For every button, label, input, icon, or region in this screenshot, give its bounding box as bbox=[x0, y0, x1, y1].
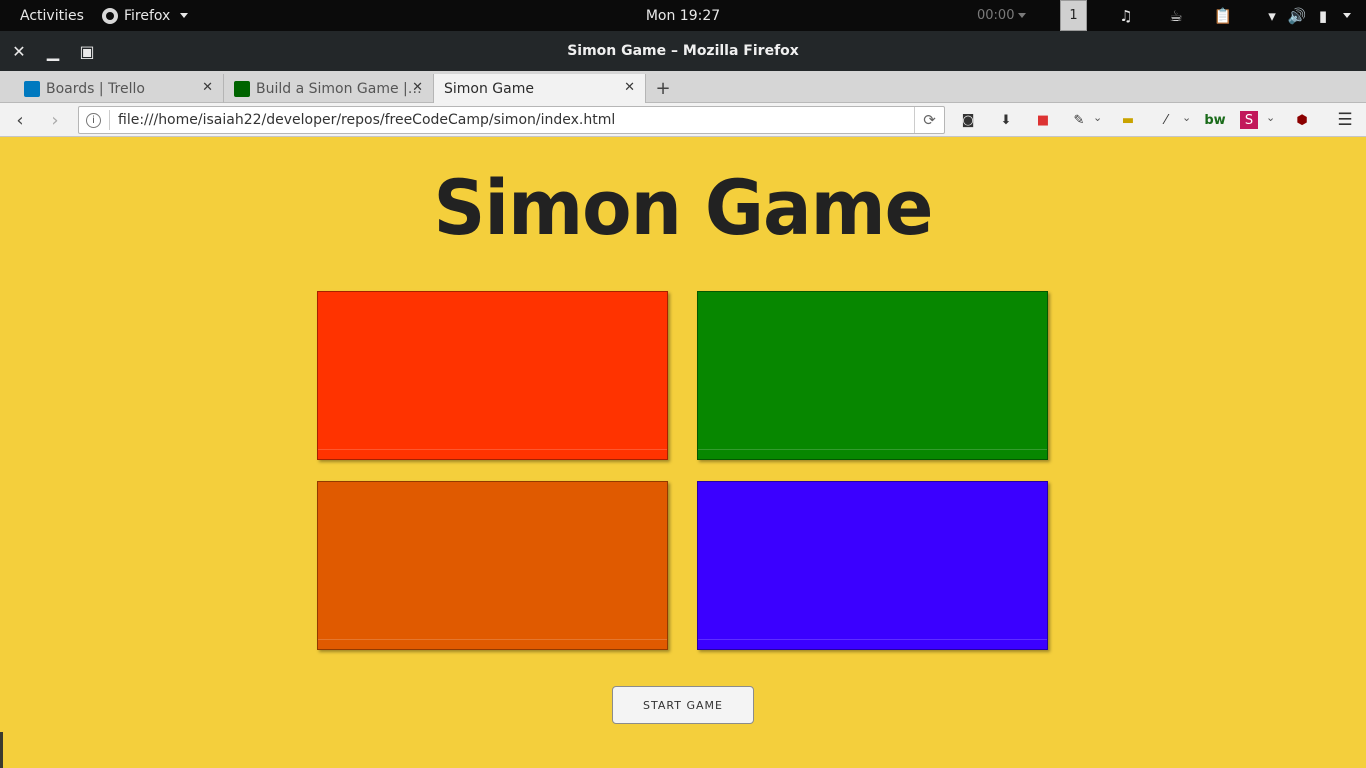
extension-icon[interactable]: ✎ bbox=[1069, 110, 1089, 130]
app-menu[interactable]: Firefox bbox=[102, 0, 189, 31]
pocket-icon[interactable]: ◙ bbox=[958, 110, 978, 130]
chevron-down-icon[interactable]: ⌄ bbox=[1182, 111, 1191, 124]
activities-label: Activities bbox=[20, 7, 84, 24]
chevron-down-icon bbox=[180, 13, 189, 18]
window-edge bbox=[0, 732, 3, 768]
tab-strip: Boards | Trello ✕ Build a Simon Game |… … bbox=[0, 71, 1366, 103]
trello-icon bbox=[24, 80, 40, 97]
volume-icon[interactable]: 🔊 bbox=[1286, 0, 1308, 31]
tab-label: Simon Game bbox=[444, 80, 534, 97]
app-menu-label: Firefox bbox=[124, 7, 171, 24]
activities-button[interactable]: Activities bbox=[20, 0, 84, 31]
battery-icon[interactable]: ▮ bbox=[1312, 0, 1334, 31]
chevron-down-icon[interactable]: ⌄ bbox=[1093, 111, 1102, 124]
info-icon[interactable]: i bbox=[86, 112, 101, 128]
window-title: Simon Game – Mozilla Firefox bbox=[567, 43, 799, 59]
firefox-icon bbox=[102, 7, 118, 24]
hamburger-menu-icon[interactable]: ☰ bbox=[1335, 110, 1355, 130]
bw-extension-icon[interactable]: bw bbox=[1204, 110, 1225, 130]
reload-icon[interactable]: ⟳ bbox=[914, 107, 944, 133]
tab-trello[interactable]: Boards | Trello ✕ bbox=[14, 74, 224, 103]
eyedropper-icon[interactable]: ⁄ bbox=[1156, 110, 1176, 130]
page-content: Simon Game START GAME bbox=[0, 138, 1366, 768]
download-icon[interactable]: ⬇ bbox=[996, 110, 1016, 130]
simon-pad-green[interactable] bbox=[697, 291, 1048, 460]
caffeine-icon[interactable]: ☕ bbox=[1165, 0, 1187, 31]
close-tab-icon[interactable]: ✕ bbox=[202, 80, 213, 95]
tab-simon-game[interactable]: Simon Game ✕ bbox=[433, 74, 646, 103]
url-text[interactable]: file:///home/isaiah22/developer/repos/fr… bbox=[118, 112, 615, 128]
simon-pad-blue[interactable] bbox=[697, 481, 1048, 650]
extension-icon[interactable]: ■ bbox=[1033, 110, 1053, 130]
timer-label: 00:00 bbox=[977, 8, 1015, 23]
ruler-icon[interactable]: ▬ bbox=[1118, 110, 1138, 130]
system-menu-icon[interactable] bbox=[1334, 0, 1356, 31]
simon-pad-orange[interactable] bbox=[317, 481, 668, 650]
start-game-button[interactable]: START GAME bbox=[612, 686, 754, 724]
forward-button[interactable]: › bbox=[43, 108, 67, 132]
workspace-number: 1 bbox=[1069, 8, 1078, 23]
clock-label[interactable]: Mon 19:27 bbox=[646, 8, 720, 24]
window-titlebar: ✕ ▁ ▣ Simon Game – Mozilla Firefox bbox=[0, 31, 1366, 71]
system-top-bar: Activities Firefox Mon 19:27 00:00 1 ♫ ☕… bbox=[0, 0, 1366, 31]
ublock-icon[interactable]: ⬢ bbox=[1292, 110, 1312, 130]
wifi-icon[interactable]: ▾ bbox=[1261, 0, 1283, 31]
clock: Mon 19:27 bbox=[0, 0, 1366, 31]
stylus-icon[interactable]: S bbox=[1240, 111, 1258, 129]
url-separator bbox=[109, 110, 110, 130]
close-tab-icon[interactable]: ✕ bbox=[412, 80, 423, 95]
url-bar[interactable]: i file:///home/isaiah22/developer/repos/… bbox=[78, 106, 945, 134]
clipboard-icon[interactable]: 📋 bbox=[1212, 0, 1234, 31]
tab-label: Boards | Trello bbox=[46, 80, 145, 97]
chevron-down-icon[interactable]: ⌄ bbox=[1266, 111, 1275, 124]
back-button[interactable]: ‹ bbox=[8, 108, 32, 132]
timer-indicator[interactable]: 00:00 bbox=[977, 0, 1027, 31]
tab-fcc-simon[interactable]: Build a Simon Game |… ✕ bbox=[224, 74, 434, 103]
workspace-indicator[interactable]: 1 bbox=[1060, 0, 1087, 31]
close-tab-icon[interactable]: ✕ bbox=[624, 80, 635, 95]
tab-label: Build a Simon Game |… bbox=[256, 80, 422, 97]
simon-pad-red[interactable] bbox=[317, 291, 668, 460]
new-tab-button[interactable]: + bbox=[651, 74, 675, 102]
music-icon[interactable]: ♫ bbox=[1115, 0, 1137, 31]
page-title: Simon Game bbox=[433, 163, 934, 253]
chevron-down-icon bbox=[1018, 13, 1027, 18]
navigation-toolbar: ‹ › i file:///home/isaiah22/developer/re… bbox=[0, 103, 1366, 137]
freecodecamp-icon bbox=[234, 80, 250, 97]
